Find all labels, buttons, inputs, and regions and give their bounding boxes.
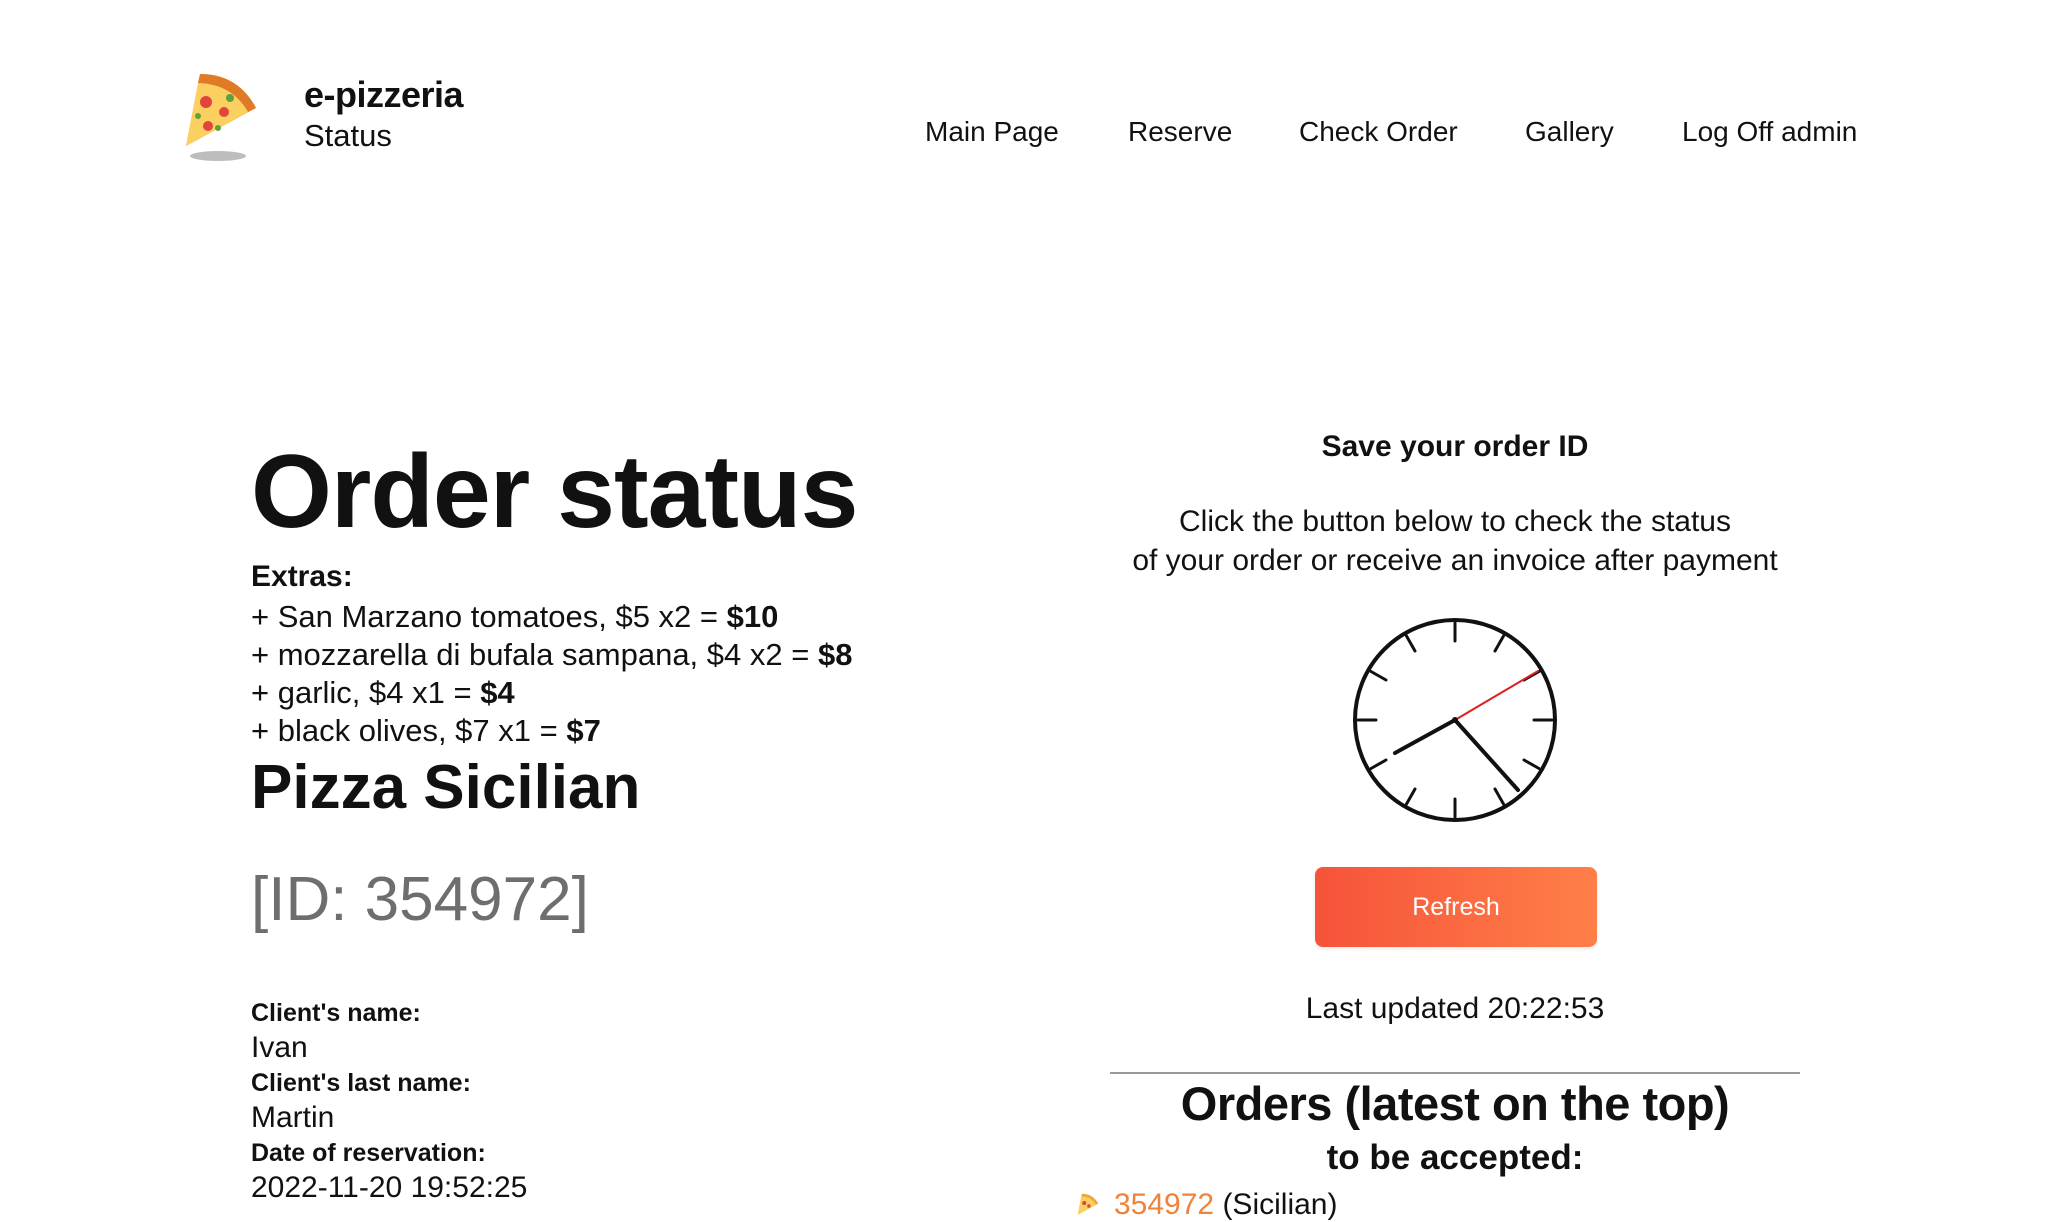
pizza-name: Pizza Sicilian bbox=[251, 753, 641, 822]
divider bbox=[1110, 1072, 1800, 1074]
extras-item-total: $8 bbox=[817, 637, 853, 672]
last-updated: Last updated 20:22:53 bbox=[1305, 992, 1605, 1025]
nav-main-page[interactable]: Main Page bbox=[925, 116, 1059, 148]
orders-heading: Orders (latest on the top) bbox=[1180, 1077, 1730, 1130]
analog-clock-icon bbox=[1353, 618, 1557, 822]
client-name-label: Client's name: bbox=[251, 999, 421, 1027]
nav-check-order[interactable]: Check Order bbox=[1299, 116, 1458, 148]
extras-label: Extras: bbox=[251, 560, 353, 593]
order-id: [ID: 354972] bbox=[251, 865, 589, 934]
nav-reserve[interactable]: Reserve bbox=[1128, 116, 1232, 148]
extras-item-text: + San Marzano tomatoes, $5 x2 = bbox=[251, 599, 727, 634]
nav-log-off[interactable]: Log Off admin bbox=[1682, 116, 1857, 148]
client-name-value: Ivan bbox=[251, 1031, 308, 1064]
reservation-date-value: 2022-11-20 19:52:25 bbox=[251, 1171, 528, 1204]
order-link[interactable]: 354972 bbox=[1114, 1188, 1214, 1221]
site-header: e-pizzeria Status Main Page Reserve Chec… bbox=[0, 0, 2048, 200]
instructions-text: Click the button below to check the stat… bbox=[1110, 502, 1800, 580]
extras-item: + mozzarella di bufala sampana, $4 x2 = … bbox=[251, 636, 852, 674]
client-info: Client's name: Ivan Client's last name: … bbox=[251, 998, 951, 1208]
instructions-line-2: of your order or receive an invoice afte… bbox=[1132, 544, 1778, 577]
nav-gallery[interactable]: Gallery bbox=[1525, 116, 1614, 148]
extras-item-text: + black olives, $7 x1 = bbox=[251, 713, 567, 748]
refresh-button[interactable]: Refresh bbox=[1315, 867, 1597, 947]
save-order-heading: Save your order ID bbox=[1321, 430, 1589, 463]
orders-subheading: to be accepted: bbox=[1326, 1138, 1584, 1177]
client-last-name-label: Client's last name: bbox=[251, 1069, 471, 1097]
instructions-line-1: Click the button below to check the stat… bbox=[1179, 505, 1731, 538]
extras-item: + garlic, $4 x1 = $4 bbox=[251, 674, 852, 712]
extras-item-total: $10 bbox=[726, 599, 779, 634]
pizza-slice-icon bbox=[1077, 1193, 1099, 1215]
extras-item-text: + garlic, $4 x1 = bbox=[251, 675, 481, 710]
reservation-date-label: Date of reservation: bbox=[251, 1139, 486, 1167]
order-type: (Sicilian) bbox=[1214, 1188, 1338, 1221]
extras-item-text: + mozzarella di bufala sampana, $4 x2 = bbox=[251, 637, 818, 672]
extras-item: + black olives, $7 x1 = $7 bbox=[251, 712, 852, 750]
brand-title[interactable]: e-pizzeria bbox=[304, 74, 464, 116]
extras-item-total: $4 bbox=[480, 675, 515, 710]
main-nav: Main Page Reserve Check Order Gallery Lo… bbox=[0, 116, 2048, 156]
extras-item: + San Marzano tomatoes, $5 x2 = $10 bbox=[251, 598, 852, 636]
extras-list: + San Marzano tomatoes, $5 x2 = $10 + mo… bbox=[251, 598, 852, 750]
page-title: Order status bbox=[251, 434, 858, 550]
client-last-name-value: Martin bbox=[251, 1101, 335, 1134]
extras-item-total: $7 bbox=[566, 713, 601, 748]
list-item: 354972 (Sicilian) bbox=[1074, 1188, 1337, 1222]
